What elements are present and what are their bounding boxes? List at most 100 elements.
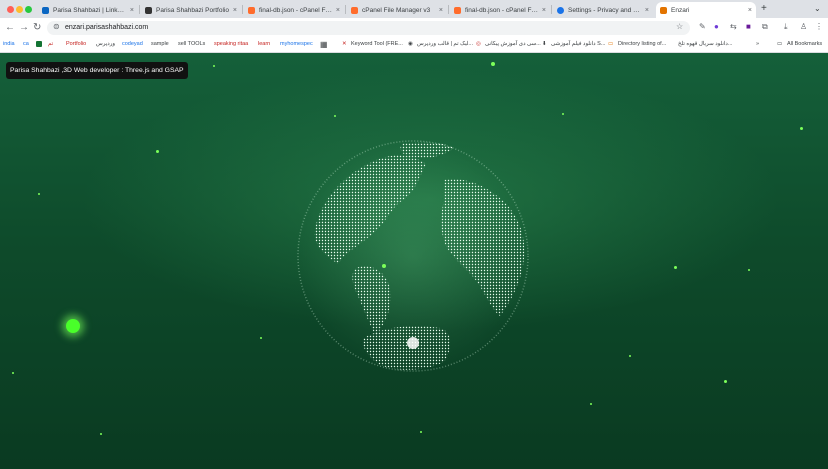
close-tab-icon[interactable]: ×	[645, 7, 649, 14]
particle	[420, 431, 422, 433]
all-bookmarks[interactable]: All Bookmarks	[787, 40, 822, 49]
particle	[674, 266, 677, 269]
particle	[629, 355, 631, 357]
tab-label: Enzari	[671, 6, 690, 14]
tab-label: Parisa Shahbazi | LinkedIn	[53, 6, 127, 14]
more-icon[interactable]: ⋮	[815, 20, 823, 34]
particle	[213, 65, 215, 67]
reload-icon[interactable]: ↻	[33, 21, 41, 35]
star-icon[interactable]: ☆	[676, 20, 683, 34]
particle	[562, 113, 564, 115]
bookmark-sample[interactable]: sample	[151, 40, 169, 49]
download-icon[interactable]: ⤓	[784, 20, 788, 34]
pen-extension-icon[interactable]: ✎	[699, 20, 706, 34]
more-bookmarks-icon[interactable]: »	[756, 40, 759, 49]
gear-icon	[557, 6, 564, 14]
tab-separator	[551, 5, 552, 14]
particle	[156, 150, 159, 153]
bookmark-serial[interactable]: دانلود سریال قهوه تلخ...	[678, 40, 732, 49]
maximize-window-icon[interactable]	[25, 6, 32, 13]
tab-final-db-2[interactable]: final-db.json - cPanel File Ma ×	[450, 2, 550, 18]
puzzle-icon[interactable]: ⧉	[762, 20, 768, 34]
particle	[491, 62, 495, 66]
close-tab-icon[interactable]: ×	[233, 7, 237, 14]
tab-label: cPanel File Manager v3	[362, 6, 431, 14]
keyword-tool-icon: ✕	[342, 41, 347, 47]
cpanel-icon	[351, 6, 358, 14]
back-icon[interactable]: ←	[5, 21, 15, 35]
download-bookmark-icon: ⬇	[542, 41, 547, 47]
tab-separator	[345, 5, 346, 14]
particle	[590, 403, 592, 405]
site-info-icon[interactable]: ⊜	[53, 20, 60, 34]
globe-bookmark-icon: ◉	[408, 41, 413, 47]
bookmark-directory-listing[interactable]: Directory listing of...	[618, 40, 666, 49]
extension-icon[interactable]: ⇆	[730, 20, 737, 34]
bookmark-tm[interactable]: تم	[48, 40, 53, 49]
tab-label: Settings - Privacy and securi	[568, 6, 642, 14]
bookmark-portfolio[interactable]: Portfolio	[64, 40, 88, 49]
tab-separator	[242, 5, 243, 14]
linkedin-icon	[42, 6, 49, 14]
bookmark-square-icon[interactable]	[36, 41, 42, 47]
tab-label: Parisa Shahbazi Portfolio	[156, 6, 229, 14]
particle	[66, 319, 80, 333]
bookmark-codeyad[interactable]: codeyad	[120, 40, 145, 49]
bookmark-speaking-ritaa[interactable]: speaking ritaa	[212, 40, 250, 49]
tab-label: final-db.json - cPanel File Ma	[259, 6, 333, 14]
extension-icon[interactable]: ■	[746, 20, 751, 34]
tab-enzari[interactable]: Enzari ×	[656, 2, 756, 18]
cpanel-icon	[454, 6, 461, 14]
url-text[interactable]: enzari.parisashahbazi.com	[65, 22, 148, 34]
apps-grid-icon[interactable]: ▦	[320, 40, 328, 49]
close-window-icon[interactable]	[7, 6, 14, 13]
bookmark-myhomespec[interactable]: myhomespec	[278, 40, 315, 49]
particle-globe[interactable]	[294, 140, 532, 373]
tab-cpanel-file-manager[interactable]: cPanel File Manager v3 ×	[347, 2, 447, 18]
close-tab-icon[interactable]: ×	[336, 7, 340, 14]
particle	[724, 380, 727, 383]
bookmark-film-amoozeshi[interactable]: دانلود فیلم آموزشی S...	[551, 40, 605, 49]
forward-icon[interactable]: →	[19, 21, 29, 35]
particle	[748, 269, 750, 271]
minimize-window-icon[interactable]	[16, 6, 23, 13]
cpanel-icon	[248, 6, 255, 14]
portfolio-icon	[145, 6, 152, 14]
bookmark-sell-tools[interactable]: sell TOOLs	[178, 40, 205, 49]
close-tab-icon[interactable]: ×	[130, 7, 134, 14]
tab-separator	[448, 5, 449, 14]
globe-hotspot	[407, 337, 419, 349]
extension-icon[interactable]: ●	[714, 20, 719, 34]
close-tab-icon[interactable]: ×	[439, 7, 443, 14]
page-tooltip: Parisa Shahbazi ,3D Web developer : Thre…	[6, 62, 188, 79]
tab-label: final-db.json - cPanel File Ma	[465, 6, 539, 14]
bookmark-wordpress[interactable]: وردپرس	[96, 40, 115, 49]
particle	[800, 127, 803, 130]
tab-search-icon[interactable]: ⌄	[814, 4, 821, 13]
bookmark-keyword-tool[interactable]: Keyword Tool (FRE...	[351, 40, 403, 49]
tab-settings[interactable]: Settings - Privacy and securi ×	[553, 2, 653, 18]
bookmark-india[interactable]: india	[3, 40, 15, 49]
folder-icon: ▭	[777, 41, 783, 47]
new-tab-icon[interactable]: +	[761, 3, 767, 14]
bookmark-red-icon: ◎	[476, 41, 481, 47]
tab-linkedin[interactable]: Parisa Shahbazi | LinkedIn ×	[38, 2, 138, 18]
close-tab-icon[interactable]: ×	[542, 7, 546, 14]
particle	[334, 115, 336, 117]
particle	[12, 372, 14, 374]
bookmark-cd-amoozesh[interactable]: سی دی آموزش پیکانی...	[485, 40, 541, 49]
tab-separator	[139, 5, 140, 14]
particle	[260, 337, 262, 339]
bookmark-learn[interactable]: learn	[256, 40, 272, 49]
particle	[38, 193, 40, 195]
particle	[100, 433, 102, 435]
enzari-icon	[660, 6, 667, 14]
bookmark-ca[interactable]: ca	[23, 40, 29, 49]
close-tab-icon[interactable]: ×	[748, 7, 752, 14]
globe-marker	[382, 264, 386, 268]
profile-icon[interactable]: ♙	[800, 20, 807, 34]
tab-portfolio[interactable]: Parisa Shahbazi Portfolio ×	[141, 2, 241, 18]
bookmark-lik-theme[interactable]: لیک تم | قالب وردپرس...	[417, 40, 473, 49]
tab-final-db-1[interactable]: final-db.json - cPanel File Ma ×	[244, 2, 344, 18]
folder-icon: ▭	[608, 41, 614, 47]
